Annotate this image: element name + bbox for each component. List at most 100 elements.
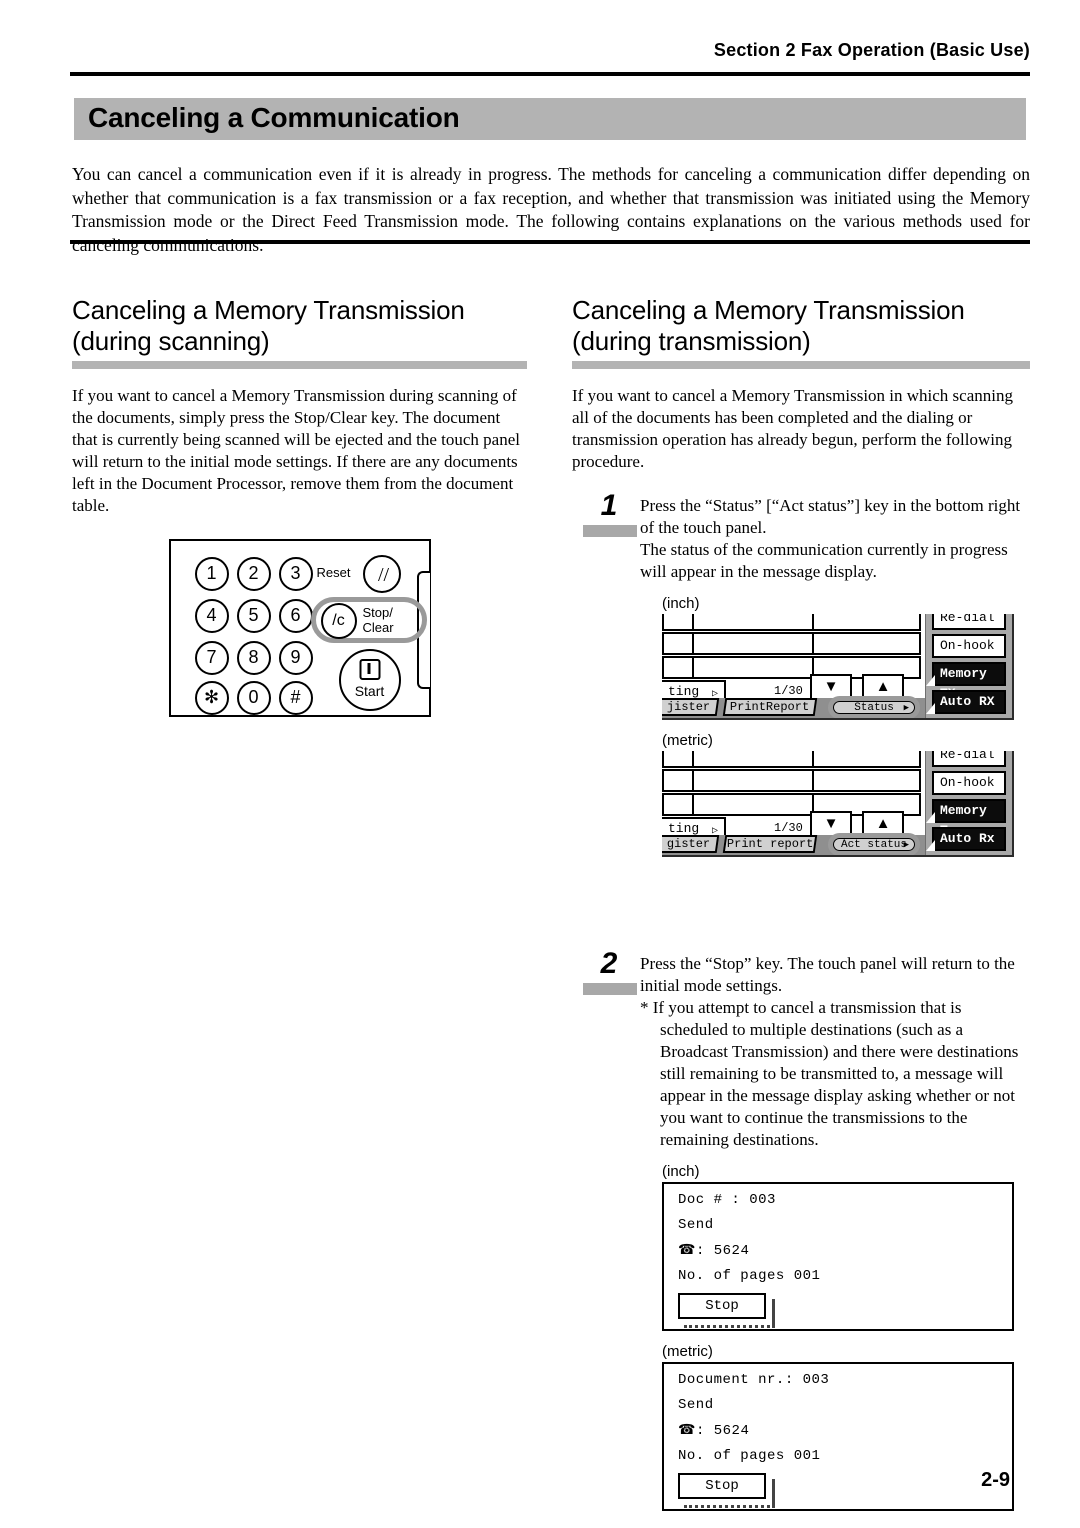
register-row[interactable] xyxy=(662,769,921,792)
keypad-key-5[interactable]: 5 xyxy=(236,599,271,633)
document-page: Section 2 Fax Operation (Basic Use) Canc… xyxy=(0,0,1080,1528)
reset-button[interactable]: // xyxy=(362,555,401,593)
left-column: Canceling a Memory Transmission (during … xyxy=(72,295,527,717)
print-report-tab-inch[interactable]: PrintReport xyxy=(722,698,818,716)
register-row[interactable] xyxy=(662,751,921,768)
stop-button-inch[interactable]: Stop xyxy=(678,1293,775,1328)
stop-clear-label: Stop/ Clear xyxy=(363,605,394,635)
touch-panel-metric-side: Re-dial On-hook Memory Tx Auto Rx xyxy=(926,751,1012,855)
left-heading-line1: Canceling a Memory Transmission xyxy=(72,295,465,325)
start-diamond-icon xyxy=(359,659,380,680)
step-2-text: Press the “Stop” key. The touch panel wi… xyxy=(640,953,1030,1151)
phone-line-metric: ☎: 5624 xyxy=(678,1422,1012,1439)
act-status-key-metric[interactable]: Act status ▶ xyxy=(833,838,915,851)
page-title-band: Canceling a Communication xyxy=(74,98,1026,140)
touch-panel-metric-left: ting ▷ 1/30 ▼ ▲ gister Print report Act … xyxy=(662,751,928,855)
auto-rx-key-inch-label: Auto RX xyxy=(940,694,995,709)
touch-panel-metric-body: ting ▷ 1/30 ▼ ▲ gister Print report Act … xyxy=(662,751,1012,855)
step-2-number-bar xyxy=(583,983,637,995)
keypad-key-1[interactable]: 1 xyxy=(194,557,229,591)
status-key-highlight-inch: Status ▶ xyxy=(828,696,920,718)
right-heading-line2: (during transmission) xyxy=(572,326,811,356)
keypad-key-7[interactable]: 7 xyxy=(194,641,229,675)
touch-panel-metric-bottom-strip: gister Print report Act status ▶ xyxy=(662,833,925,855)
running-head: Section 2 Fax Operation (Basic Use) xyxy=(713,40,1030,60)
stop-button-metric[interactable]: Stop xyxy=(678,1473,775,1508)
keypad-key-6[interactable]: 6 xyxy=(278,599,313,633)
keypad-key-4[interactable]: 4 xyxy=(194,599,229,633)
step-2-note: * If you attempt to cancel a transmissio… xyxy=(640,998,1019,1149)
stop-clear-button[interactable]: /c xyxy=(320,603,357,639)
step-1-number-bar xyxy=(583,525,637,537)
figure-panel-inch: (inch) ting ▷ 1/30 ▼ ▲ jister PrintRepor… xyxy=(662,595,1030,720)
page-title: Canceling a Communication xyxy=(88,102,460,133)
message-label-inch: (inch) xyxy=(662,1163,700,1180)
start-button[interactable]: Start xyxy=(338,649,401,711)
stop-clear-label-line1: Stop/ xyxy=(362,605,393,620)
redial-key-metric[interactable]: Re-dial xyxy=(932,751,1006,767)
step-1: 1 Press the “Status” [“Act status”] key … xyxy=(572,489,1030,583)
memory-tx-key-metric[interactable]: Memory Tx xyxy=(926,799,1006,838)
touch-panel-inch: ting ▷ 1/30 ▼ ▲ jister PrintReport Statu… xyxy=(662,614,1014,720)
print-report-tab-inch-label: PrintReport xyxy=(730,700,810,714)
direction-line-inch: Send xyxy=(678,1217,714,1233)
figure-panel-metric: (metric) ting ▷ 1/30 ▼ ▲ gister Print re… xyxy=(662,732,1030,857)
phone-line-inch: ☎: 5624 xyxy=(678,1242,1012,1259)
touch-panel-inch-bottom-strip: jister PrintReport Status ▶ xyxy=(662,696,925,718)
step-2-number: 2 xyxy=(600,947,618,980)
register-row[interactable] xyxy=(662,614,921,631)
right-heading-underbar xyxy=(572,361,1030,369)
status-key-inch[interactable]: Status ▶ xyxy=(833,701,915,714)
figure-label-inch: (inch) xyxy=(662,595,700,612)
keypad-key-2[interactable]: 2 xyxy=(236,557,271,591)
chevron-right-icon: ▶ xyxy=(903,703,909,713)
left-body-text: If you want to cancel a Memory Transmiss… xyxy=(72,386,520,515)
redial-key-inch[interactable]: Re-dial xyxy=(932,614,1006,630)
phone-number-inch: : 5624 xyxy=(695,1243,750,1259)
corner-nub-icon xyxy=(926,675,935,686)
register-row[interactable] xyxy=(662,632,921,655)
keypad-key-8[interactable]: 8 xyxy=(236,641,271,675)
corner-nub-icon xyxy=(926,703,935,714)
status-key-inch-label: Status xyxy=(854,702,894,714)
reset-label: Reset xyxy=(316,565,351,580)
phone-number-metric: : 5624 xyxy=(695,1423,750,1439)
chevron-right-icon: ▶ xyxy=(903,840,909,850)
keypad-key-asterisk[interactable]: ✻ xyxy=(194,681,229,715)
figure-message-inch: (inch) Doc # : 003 Send ☎: 5624 No. of p… xyxy=(662,1163,1030,1331)
section-divider-rule xyxy=(70,240,1030,244)
register-tab-inch[interactable]: jister xyxy=(662,698,720,716)
keypad-key-hash[interactable]: # xyxy=(278,681,313,715)
direction-line-metric: Send xyxy=(678,1397,714,1413)
keypad-key-3[interactable]: 3 xyxy=(278,557,313,591)
step-1-line2: The status of the communication currentl… xyxy=(640,540,1008,581)
register-tab-metric[interactable]: gister xyxy=(662,835,720,853)
register-tab-inch-label: jister xyxy=(666,700,710,714)
onhook-key-inch[interactable]: On-hook xyxy=(932,634,1006,658)
page-count-inch: 1/30 xyxy=(774,684,803,698)
right-column: Canceling a Memory Transmission (during … xyxy=(572,295,1030,1511)
page-number: 2-9 xyxy=(981,1469,1010,1491)
auto-rx-key-inch[interactable]: Auto RX xyxy=(926,690,1006,714)
memory-tx-key-inch[interactable]: Memory TX xyxy=(926,662,1006,701)
figure-message-metric: (metric) Document nr.: 003 Send ☎: 5624 … xyxy=(662,1343,1030,1511)
start-label: Start xyxy=(354,683,385,699)
pages-line-metric: No. of pages 001 xyxy=(678,1448,821,1464)
auto-rx-key-metric[interactable]: Auto Rx xyxy=(926,827,1006,851)
keypad-key-9[interactable]: 9 xyxy=(278,641,313,675)
stop-clear-label-line2: Clear xyxy=(362,620,394,635)
doc-number-line-inch: Doc # : 003 xyxy=(678,1192,776,1208)
doc-number-line-metric: Document nr.: 003 xyxy=(678,1372,830,1388)
print-report-tab-metric[interactable]: Print report xyxy=(722,835,818,853)
auto-rx-key-metric-label: Auto Rx xyxy=(940,831,995,846)
step-1-line1: Press the “Status” [“Act status”] key in… xyxy=(640,496,1021,537)
act-status-key-metric-label: Act status xyxy=(840,839,907,851)
step-2: 2 Press the “Stop” key. The touch panel … xyxy=(572,947,1030,1151)
touch-panel-inch-body: ting ▷ 1/30 ▼ ▲ jister PrintReport Statu… xyxy=(662,614,1012,718)
touch-panel-inch-left: ting ▷ 1/30 ▼ ▲ jister PrintReport Statu… xyxy=(662,614,928,718)
right-section-heading: Canceling a Memory Transmission (during … xyxy=(572,295,1030,357)
keypad-key-0[interactable]: 0 xyxy=(236,681,271,715)
step-2-line1: Press the “Stop” key. The touch panel wi… xyxy=(640,954,1015,995)
reset-slash-icon: // xyxy=(377,564,390,586)
onhook-key-metric[interactable]: On-hook xyxy=(932,771,1006,795)
